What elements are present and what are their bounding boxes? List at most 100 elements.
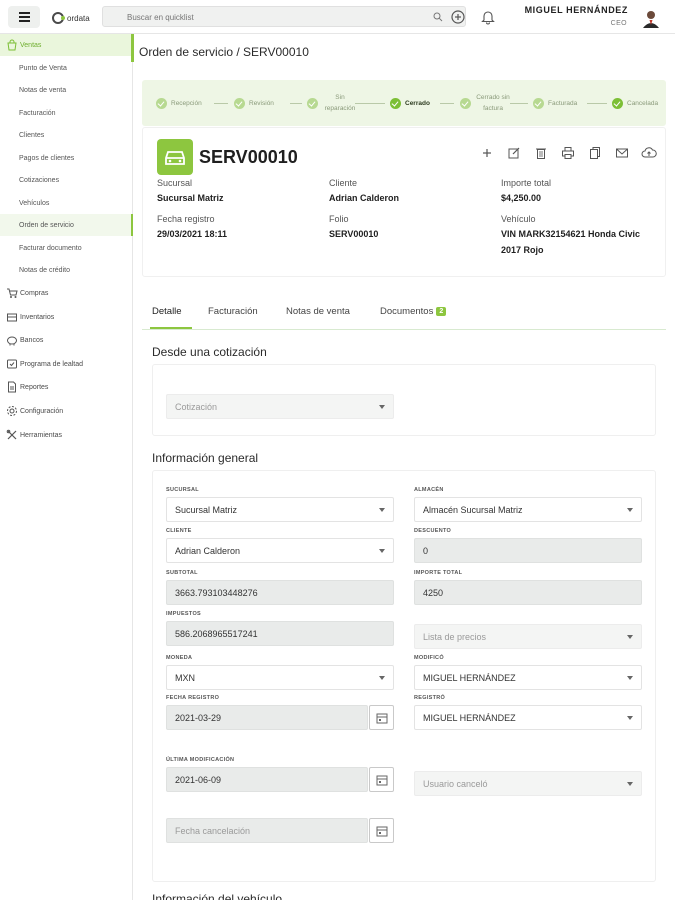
step-label: Cerrado xyxy=(405,99,430,107)
cloud-upload-icon[interactable] xyxy=(641,146,657,160)
registro-select-value: MIGUEL HERNÁNDEZ xyxy=(423,712,516,723)
document-actions xyxy=(479,146,657,160)
sidebar-item-orden-de-servicio[interactable]: Orden de servicio xyxy=(0,214,133,236)
fecha-registro-calendar-button[interactable] xyxy=(369,705,394,730)
menu-toggle-button[interactable] xyxy=(8,6,40,28)
step-connector xyxy=(587,103,607,104)
step-facturada[interactable]: Facturada xyxy=(533,80,577,126)
sidebar-item-label: Cotizaciones xyxy=(19,176,60,184)
importe-value: $4,250.00 xyxy=(501,193,542,203)
edit-icon[interactable] xyxy=(506,146,522,160)
importe-field: 4250 xyxy=(414,580,642,605)
add-circle-icon[interactable] xyxy=(451,10,465,24)
ultima-modificacion-field-label: Última modificación xyxy=(166,757,235,763)
sidebar-item-label: Orden de servicio xyxy=(19,221,74,229)
moneda-select-value: MXN xyxy=(175,672,195,683)
tab-facturacion[interactable]: Facturación xyxy=(208,306,258,317)
inventory-icon xyxy=(7,313,17,322)
sucursal-field-label: Sucursal xyxy=(166,487,199,493)
copy-icon[interactable] xyxy=(587,146,603,160)
chevron-down-icon xyxy=(379,508,385,512)
sidebar-item-punto-de-venta[interactable]: Punto de Venta xyxy=(0,57,133,79)
registro-field-label: Registró xyxy=(414,695,446,701)
sucursal-value: Sucursal Matriz xyxy=(157,193,224,203)
sidebar-item-label: Compras xyxy=(20,289,49,297)
sidebar-item-clientes[interactable]: Clientes xyxy=(0,124,133,146)
add-icon[interactable] xyxy=(479,146,495,160)
avatar[interactable] xyxy=(641,8,661,28)
step-check-icon xyxy=(156,97,167,109)
modifico-select[interactable]: MIGUEL HERNÁNDEZ xyxy=(414,665,642,690)
step-cancelada[interactable]: Cancelada xyxy=(612,80,658,126)
subtotal-value: 3663.793103448276 xyxy=(175,587,258,598)
sidebar-item-programa-de-lealtad[interactable]: Programa de lealtad xyxy=(0,353,133,375)
sidebar-item-label: Notas de crédito xyxy=(19,266,70,274)
step-sin-reparacion[interactable]: Sin reparación xyxy=(307,80,358,126)
sidebar-item-pagos-de-clientes[interactable]: Pagos de clientes xyxy=(0,147,133,169)
step-label: Cerrado sin factura xyxy=(476,94,510,112)
sidebar-item-reportes[interactable]: Reportes xyxy=(0,376,133,398)
chevron-down-icon xyxy=(379,549,385,553)
cliente-select[interactable]: Adrian Calderon xyxy=(166,538,394,563)
lista-precios-select[interactable]: Lista de precios xyxy=(414,624,642,649)
sucursal-select[interactable]: Sucursal Matriz xyxy=(166,497,394,522)
vehiculo-label: Vehículo xyxy=(501,214,536,224)
tab-notas-de-venta[interactable]: Notas de venta xyxy=(286,306,350,317)
sidebar-item-compras[interactable]: Compras xyxy=(0,282,133,304)
lista-precios-placeholder: Lista de precios xyxy=(423,631,487,642)
sidebar-item-notas-de-venta[interactable]: Notas de venta xyxy=(0,79,133,101)
sidebar-item-cotizaciones[interactable]: Cotizaciones xyxy=(0,169,133,191)
sidebar-item-bancos[interactable]: Bancos xyxy=(0,329,133,351)
fecha-cancelacion-calendar-button[interactable] xyxy=(369,818,394,843)
step-check-icon xyxy=(612,97,623,109)
vehiculo-value[interactable]: VIN MARK32154621 Honda Civic 2017 Rojo xyxy=(501,226,651,258)
cotizacion-placeholder: Cotización xyxy=(175,401,218,412)
sucursal-select-value: Sucursal Matriz xyxy=(175,504,238,515)
step-cerrado-sin-factura[interactable]: Cerrado sin factura xyxy=(460,80,511,126)
sidebar-item-inventarios[interactable]: Inventarios xyxy=(0,306,133,328)
user-name[interactable]: MIGUEL HERNÁNDEZ xyxy=(525,5,628,15)
delete-icon[interactable] xyxy=(533,146,549,160)
sidebar-item-ventas[interactable]: Ventas xyxy=(0,34,133,56)
almacen-select[interactable]: Almacén Sucursal Matriz xyxy=(414,497,642,522)
step-recepcion[interactable]: Recepción xyxy=(156,80,202,126)
usuario-cancelo-select[interactable]: Usuario canceló xyxy=(414,771,642,796)
tab-documentos[interactable]: Documentos 2 xyxy=(380,306,447,317)
cotizacion-select[interactable]: Cotización xyxy=(166,394,394,419)
sidebar-item-herramientas[interactable]: Herramientas xyxy=(0,424,133,446)
chevron-down-icon xyxy=(379,676,385,680)
search-icon[interactable] xyxy=(433,12,443,22)
step-revision[interactable]: Revisión xyxy=(234,80,274,126)
notification-bell-icon[interactable] xyxy=(481,9,495,25)
chevron-down-icon xyxy=(627,716,633,720)
logo-mark-icon xyxy=(52,12,65,24)
gear-icon xyxy=(7,406,17,416)
print-icon[interactable] xyxy=(560,146,576,160)
tab-label: Notas de venta xyxy=(286,306,350,317)
sidebar-item-notas-de-credito[interactable]: Notas de crédito xyxy=(0,259,133,281)
report-icon xyxy=(8,381,16,393)
sidebar-item-label: Punto de Venta xyxy=(19,64,67,72)
registro-select[interactable]: MIGUEL HERNÁNDEZ xyxy=(414,705,642,730)
descuento-field-label: Descuento xyxy=(414,528,452,534)
moneda-select[interactable]: MXN xyxy=(166,665,394,690)
sidebar-item-label: Reportes xyxy=(20,383,49,391)
ultima-modificacion-calendar-button[interactable] xyxy=(369,767,394,792)
importe-field-value: 4250 xyxy=(423,587,444,598)
user-role: CEO xyxy=(610,20,627,27)
email-icon[interactable] xyxy=(614,146,630,160)
step-cerrado[interactable]: Cerrado xyxy=(390,80,430,126)
impuestos-field: 586.2068965517241 xyxy=(166,621,394,646)
sidebar-item-vehiculos[interactable]: Vehículos xyxy=(0,192,133,214)
cart-icon xyxy=(7,288,18,298)
sidebar-item-facturar-documento[interactable]: Facturar documento xyxy=(0,237,133,259)
cliente-value[interactable]: Adrian Calderon xyxy=(329,190,399,206)
fecha-registro-field: 2021-03-29 xyxy=(166,705,368,730)
sidebar-item-label: Facturar documento xyxy=(19,244,82,252)
search-input[interactable] xyxy=(127,10,407,24)
tab-detalle[interactable]: Detalle xyxy=(152,306,182,317)
logo[interactable]: ordata xyxy=(52,11,90,25)
sidebar-item-facturacion[interactable]: Facturación xyxy=(0,102,133,124)
shopping-bag-icon xyxy=(7,39,17,51)
sidebar-item-configuracion[interactable]: Configuración xyxy=(0,400,133,422)
